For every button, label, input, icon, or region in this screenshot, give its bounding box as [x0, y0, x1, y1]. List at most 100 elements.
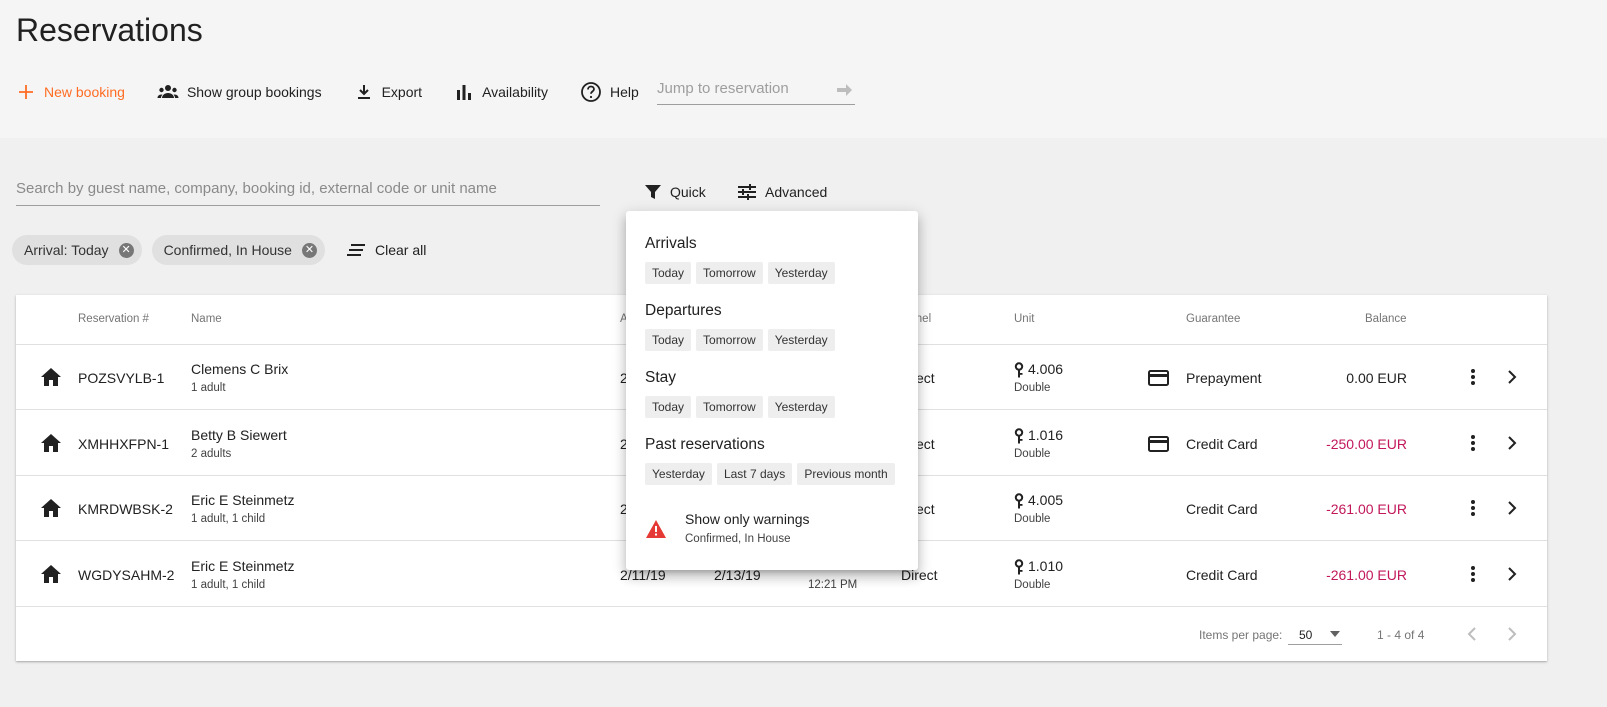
next-page-icon[interactable] — [1506, 626, 1518, 642]
funnel-icon — [645, 185, 661, 199]
chevron-right-icon[interactable] — [1506, 500, 1518, 516]
bar-chart-icon — [457, 85, 472, 100]
quick-filter-label: Quick — [670, 184, 706, 200]
remove-chip-icon[interactable]: ✕ — [118, 242, 134, 258]
balance: 0.00 EUR — [1346, 370, 1407, 386]
house-icon — [41, 433, 61, 452]
warnings-subtitle: Confirmed, In House — [685, 533, 791, 545]
channel: ect — [916, 435, 935, 452]
quick-option-tomorrow[interactable]: Tomorrow — [696, 262, 763, 284]
more-vert-icon[interactable] — [1470, 368, 1476, 386]
previous-page-icon[interactable] — [1466, 626, 1478, 642]
unit-number: 4.006 — [1028, 361, 1064, 377]
quick-section-arrivals: Arrivals Today Tomorrow Yesterday — [645, 235, 840, 284]
quick-option-yesterday[interactable]: Yesterday — [645, 463, 712, 485]
download-icon — [357, 85, 370, 99]
items-per-page-label: Items per page: — [1199, 628, 1283, 642]
header-area — [0, 0, 1607, 138]
filter-chip-status[interactable]: Confirmed, In House ✕ — [151, 235, 325, 265]
show-warnings-option[interactable]: Show only warnings Confirmed, In House — [645, 511, 810, 545]
quick-option-today[interactable]: Today — [645, 329, 692, 351]
balance: -250.00 EUR — [1326, 435, 1407, 452]
quick-section-stay: Stay Today Tomorrow Yesterday — [645, 369, 840, 418]
guarantee: Credit Card — [1186, 435, 1258, 452]
header-unit[interactable]: Unit — [1014, 313, 1034, 325]
export-label: Export — [381, 84, 423, 100]
help-label: Help — [609, 84, 639, 100]
jump-to-reservation-input[interactable]: Jump to reservation — [657, 80, 855, 105]
header-reservation[interactable]: Reservation # — [78, 313, 149, 325]
group-bookings-button[interactable]: Show group bookings — [157, 76, 322, 108]
quick-option-tomorrow[interactable]: Tomorrow — [696, 396, 763, 418]
guarantee: Credit Card — [1186, 566, 1258, 583]
quick-section-departures: Departures Today Tomorrow Yesterday — [645, 302, 840, 351]
unit-number: 4.005 — [1028, 492, 1064, 508]
guest-count: 1 adult, 1 child — [191, 578, 266, 591]
arrow-right-icon[interactable] — [837, 83, 853, 97]
jump-placeholder: Jump to reservation — [657, 80, 789, 97]
created-time: 12:21 PM — [808, 578, 858, 591]
house-icon — [41, 499, 61, 517]
quick-section-past-reservations: Past reservations Yesterday Last 7 days Pre… — [645, 436, 900, 485]
availability-label: Availability — [482, 84, 548, 100]
unit-type: Double — [1014, 382, 1051, 394]
quick-option-yesterday[interactable]: Yesterday — [767, 329, 835, 351]
clear-all-button[interactable]: Clear all — [346, 242, 426, 258]
quick-option-today[interactable]: Today — [645, 262, 692, 284]
new-booking-button[interactable]: New booking — [16, 76, 125, 108]
header-name[interactable]: Name — [191, 313, 222, 325]
guarantee: Credit Card — [1186, 501, 1258, 517]
quick-option-last-7-days[interactable]: Last 7 days — [716, 463, 793, 485]
quick-filter-button[interactable]: Quick — [644, 180, 706, 204]
channel: ect — [916, 501, 935, 517]
group-icon — [157, 85, 179, 98]
unit-type: Double — [1014, 578, 1051, 591]
chevron-right-icon[interactable] — [1506, 369, 1518, 385]
header-guarantee[interactable]: Guarantee — [1186, 313, 1240, 325]
more-vert-icon[interactable] — [1470, 565, 1476, 583]
plus-icon — [19, 85, 33, 99]
chevron-right-icon[interactable] — [1506, 566, 1518, 582]
guest-count: 2 adults — [191, 447, 232, 460]
advanced-filter-button[interactable]: Advanced — [737, 180, 827, 204]
reservation-id[interactable]: KMRDWBSK-2 — [78, 501, 173, 517]
availability-button[interactable]: Availability — [454, 76, 548, 108]
page-size-select[interactable]: 50 — [1288, 622, 1342, 645]
key-icon — [1014, 362, 1024, 378]
unit-number: 1.016 — [1028, 426, 1064, 443]
remove-chip-icon[interactable]: ✕ — [301, 242, 317, 258]
reservation-id[interactable]: POZSVYLB-1 — [78, 370, 164, 386]
search-input[interactable]: Search by guest name, company, booking i… — [16, 180, 600, 206]
quick-option-tomorrow[interactable]: Tomorrow — [696, 329, 763, 351]
quick-filter-menu: Arrivals Today Tomorrow Yesterday Departures… — [626, 211, 918, 570]
filter-chip-arrival[interactable]: Arrival: Today ✕ — [12, 235, 142, 265]
quick-option-yesterday[interactable]: Yesterday — [767, 396, 835, 418]
more-vert-icon[interactable] — [1470, 499, 1476, 517]
channel: ect — [916, 370, 935, 386]
quick-section-title: Stay — [645, 369, 677, 386]
credit-card-icon — [1148, 370, 1169, 386]
guest-count: 1 adult, 1 child — [191, 513, 266, 525]
guest-count: 1 adult — [191, 382, 226, 394]
header-balance[interactable]: Balance — [1365, 313, 1407, 325]
help-icon — [581, 82, 601, 102]
more-vert-icon[interactable] — [1470, 434, 1476, 452]
chevron-right-icon[interactable] — [1506, 435, 1518, 451]
quick-option-yesterday[interactable]: Yesterday — [767, 262, 835, 284]
guest-name: Eric E Steinmetz — [191, 492, 295, 508]
unit-type: Double — [1014, 513, 1051, 525]
chip-label: Arrival: Today — [24, 242, 109, 258]
unit-type: Double — [1014, 447, 1051, 460]
reservation-id[interactable]: WGDYSAHM-2 — [78, 567, 174, 583]
quick-option-today[interactable]: Today — [645, 396, 692, 418]
reservation-id[interactable]: XMHHXFPN-1 — [78, 436, 169, 452]
unit-number: 1.010 — [1028, 557, 1064, 574]
export-button[interactable]: Export — [354, 76, 422, 108]
group-bookings-label: Show group bookings — [186, 84, 322, 100]
help-button[interactable]: Help — [580, 76, 639, 108]
search-placeholder: Search by guest name, company, booking i… — [16, 180, 497, 197]
balance: -261.00 EUR — [1326, 501, 1407, 517]
quick-option-previous-month[interactable]: Previous month — [797, 463, 895, 485]
toolbar: New booking Show group bookings Export A… — [16, 76, 671, 108]
house-icon — [41, 368, 61, 386]
